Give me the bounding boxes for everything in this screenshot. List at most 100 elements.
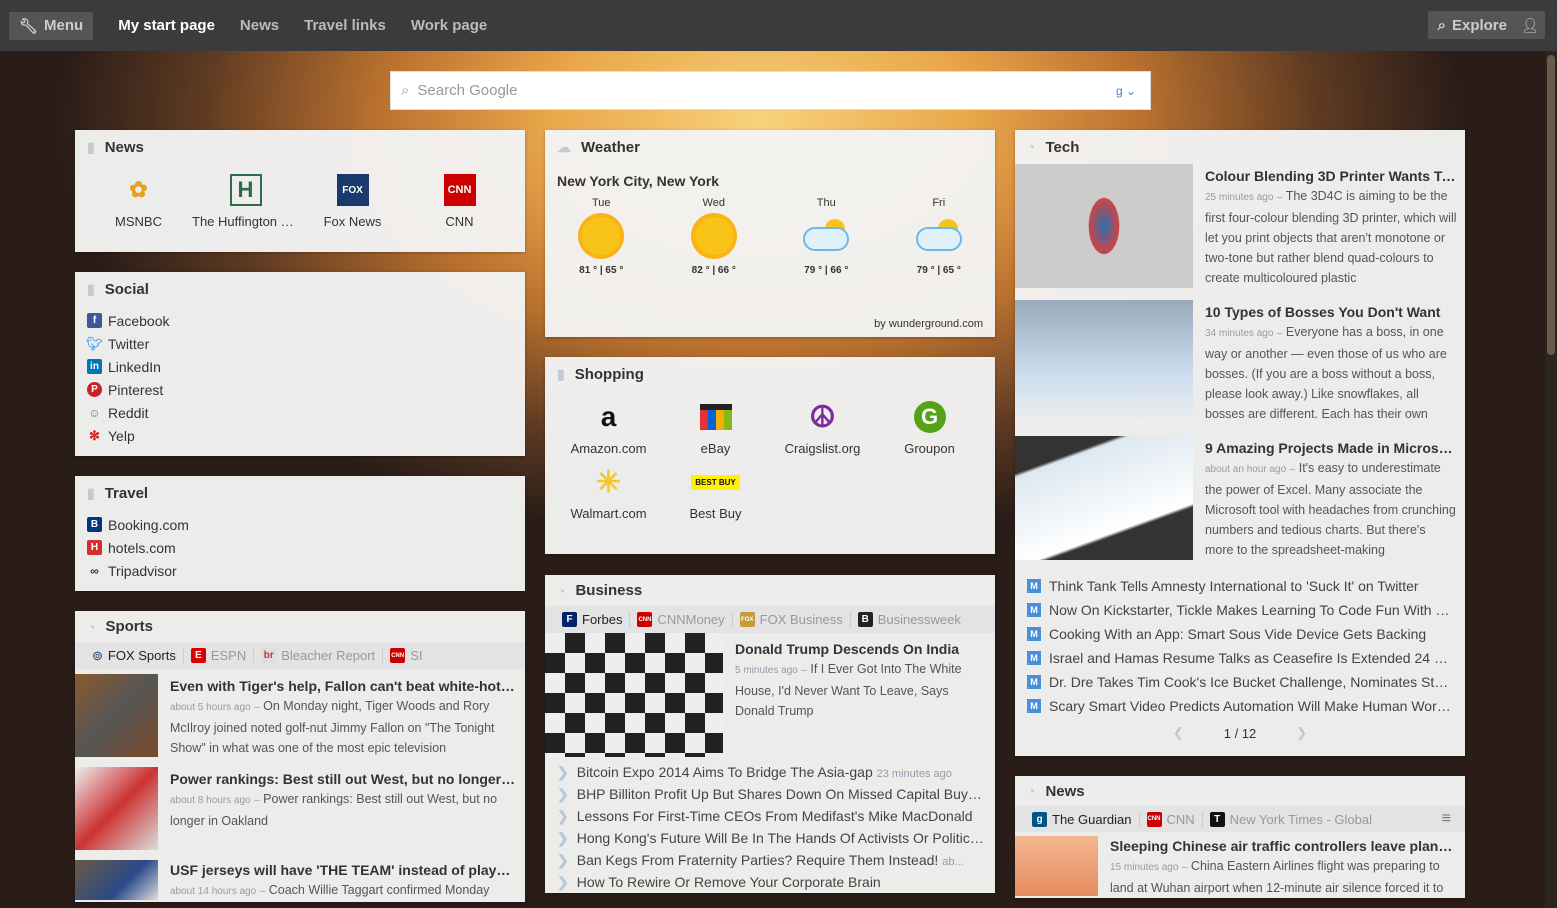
explore-button[interactable]: ⌕ Explore	[1427, 11, 1517, 39]
mashable-icon: M	[1027, 603, 1041, 617]
tab-nyt-global[interactable]: T New York Times - Global	[1203, 811, 1379, 827]
rss-icon: ◔	[1027, 139, 1036, 155]
tab-fox-sports[interactable]: ⊚ FOX Sports	[85, 647, 184, 664]
tile-amazon[interactable]: a Amazon.com	[555, 399, 662, 456]
bookmark-icon: ▮	[87, 280, 95, 297]
tile-ebay[interactable]: eBay	[662, 399, 769, 456]
tripadvisor-icon: ∞	[90, 563, 99, 578]
chevron-right-icon: ❯	[557, 829, 569, 846]
tab-bleacher-report[interactable]: br Bleacher Report	[254, 648, 384, 663]
next-page-button[interactable]: ❯	[1296, 725, 1307, 741]
article-image	[1015, 436, 1193, 560]
fox-sports-icon: ⊚	[92, 647, 103, 663]
search-icon: ⌕	[401, 82, 410, 99]
tile-cnn[interactable]: CNN CNN	[406, 172, 513, 229]
chevron-right-icon: ❯	[557, 807, 569, 824]
tile-foxnews[interactable]: FOX Fox News	[299, 172, 406, 229]
tab-cnn[interactable]: CNN CNN	[1140, 811, 1203, 827]
news-list-item[interactable]: ❯ Lessons For First-Time CEOs From Medifa…	[545, 805, 995, 827]
news-list-item[interactable]: ❯ Bitcoin Expo 2014 Aims To Bridge The As…	[545, 761, 995, 783]
news-list-item[interactable]: ❯ How To Rewire Or Remove Your Corporate …	[545, 871, 995, 893]
link-tripadvisor[interactable]: ∞ Tripadvisor	[87, 559, 513, 582]
forbes-icon: F	[562, 612, 577, 627]
article[interactable]: Colour Blending 3D Printer Wants To Go 25…	[1015, 164, 1465, 300]
guardian-icon: g	[1032, 811, 1047, 827]
article[interactable]: Even with Tiger's help, Fallon can't bea…	[75, 674, 525, 767]
cnn-icon: CNN	[390, 648, 406, 663]
tab-espn[interactable]: E ESPN	[184, 648, 255, 663]
news-list-item[interactable]: M Scary Smart Video Predicts Automation W…	[1015, 694, 1465, 718]
forecast-day: Fri 79 ° | 65 °	[915, 197, 962, 276]
huffington-logo-icon: H	[229, 174, 262, 206]
news-list-item[interactable]: ❯ BHP Billiton Profit Up But Shares Down …	[545, 783, 995, 805]
news-list-item[interactable]: M Think Tank Tells Amnesty International …	[1015, 574, 1465, 598]
fox-business-icon: FOX	[739, 612, 755, 627]
chevron-right-icon: ❯	[557, 873, 569, 890]
tab-fox-business[interactable]: FOX FOX Business	[733, 612, 851, 627]
weather-widget: ☁ Weather New York City, New York Tue 81 °…	[545, 130, 995, 337]
link-reddit[interactable]: ☺ Reddit	[87, 401, 513, 424]
bleacher-report-icon: br	[261, 648, 277, 663]
article-image	[1015, 300, 1193, 424]
link-yelp[interactable]: ✻ Yelp	[87, 424, 513, 447]
featured-article[interactable]: Donald Trump Descends On India 5 minutes …	[545, 633, 995, 761]
link-hotels[interactable]: Hhotels.com	[87, 536, 513, 559]
prev-page-button[interactable]: ❮	[1173, 725, 1184, 741]
forecast-day: Wed 82 ° | 66 °	[691, 197, 736, 276]
news-list-item[interactable]: ❯ Hong Kong's Future Will Be In The Hands…	[545, 827, 995, 849]
mashable-icon: M	[1027, 627, 1041, 641]
link-booking[interactable]: B Booking.com	[87, 513, 513, 536]
forecast-day: Tue 81 ° | 65 °	[579, 197, 624, 276]
reddit-icon: ☺	[88, 405, 101, 420]
link-facebook[interactable]: f Facebook	[87, 309, 513, 332]
facebook-icon: f	[87, 313, 102, 328]
tab-news[interactable]: News	[240, 17, 279, 34]
link-linkedin[interactable]: in LinkedIn	[87, 355, 513, 378]
link-pinterest[interactable]: P Pinterest	[87, 378, 513, 401]
search-box[interactable]: ⌕ Search Google g ⌄	[390, 71, 1151, 110]
tab-si[interactable]: CNN SI	[383, 648, 429, 663]
news-list-item[interactable]: M Israel and Hamas Resume Talks as Ceasef…	[1015, 646, 1465, 670]
tab-forbes[interactable]: F Forbes	[555, 612, 631, 627]
search-input[interactable]: Search Google	[417, 82, 517, 99]
msnbc-logo-icon: ✿	[129, 177, 148, 202]
bestbuy-logo-icon: BEST BUY	[662, 466, 769, 498]
tile-groupon[interactable]: G Groupon	[876, 399, 983, 456]
news-list-item[interactable]: ❯ Ban Kegs From Fraternity Parties? Requi…	[545, 849, 995, 871]
article[interactable]: 10 Types of Bosses You Don't Want 34 minu…	[1015, 300, 1465, 436]
weather-credit-link[interactable]: by wunderground.com	[874, 318, 983, 330]
groupon-logo-icon: G	[876, 401, 983, 433]
article[interactable]: USF jerseys will have 'THE TEAM' instead…	[75, 860, 525, 902]
news-list-item[interactable]: M Cooking With an App: Smart Sous Vide De…	[1015, 622, 1465, 646]
shopping-widget: ▮ Shopping a Amazon.com eBay ☮ Craigslist.o…	[545, 357, 995, 554]
scrollbar[interactable]	[1545, 51, 1557, 908]
article[interactable]: 9 Amazing Projects Made in Microsoft Exc…	[1015, 436, 1465, 572]
article[interactable]: Sleeping Chinese air traffic controllers…	[1015, 832, 1465, 898]
tab-work-page[interactable]: Work page	[411, 17, 487, 34]
tile-msnbc[interactable]: ✿ MSNBC	[85, 172, 192, 229]
forecast-day: Thu 79 ° | 66 °	[803, 197, 850, 276]
user-button[interactable]: 👤︎	[1515, 11, 1545, 39]
tab-the-guardian[interactable]: g The Guardian	[1025, 811, 1140, 827]
partly-cloudy-icon	[915, 217, 962, 255]
espn-icon: E	[190, 648, 206, 663]
tab-cnnmoney[interactable]: CNN CNNMoney	[630, 612, 733, 627]
mashable-icon: M	[1027, 699, 1041, 713]
tile-walmart[interactable]: ✳ Walmart.com	[555, 464, 662, 522]
yelp-icon: ✻	[89, 427, 100, 443]
news-list-item[interactable]: M Now On Kickstarter, Tickle Makes Learni…	[1015, 598, 1465, 622]
menu-button[interactable]: 🔧︎ Menu	[9, 11, 94, 40]
tab-businessweek[interactable]: B Businessweek	[851, 612, 968, 627]
tile-huffington[interactable]: H The Huffington Post	[192, 172, 299, 229]
tile-bestbuy[interactable]: BEST BUY Best Buy	[662, 464, 769, 521]
news-list-item[interactable]: M Dr. Dre Takes Tim Cook's Ice Bucket Cha…	[1015, 670, 1465, 694]
hamburger-menu-icon[interactable]: ≡	[1442, 810, 1451, 828]
link-twitter[interactable]: 🐦︎ Twitter	[86, 332, 513, 355]
tile-craigslist[interactable]: ☮ Craigslist.org	[769, 399, 876, 457]
tab-my-start-page[interactable]: My start page	[118, 17, 215, 34]
bookmark-icon: ▮	[87, 484, 95, 501]
tab-travel-links[interactable]: Travel links	[304, 17, 386, 34]
google-engine-icon[interactable]: g ⌄	[1116, 84, 1136, 98]
twitter-icon: 🐦︎	[86, 335, 103, 351]
article[interactable]: Power rankings: Best still out West, but…	[75, 767, 525, 860]
